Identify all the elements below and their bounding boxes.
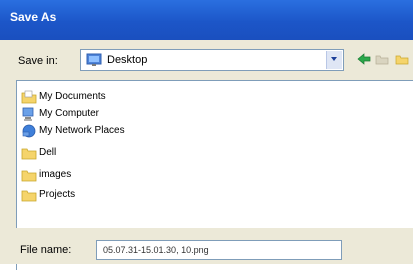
- filename-label: File name:: [20, 244, 72, 256]
- desktop-icon: [86, 53, 102, 72]
- list-item-label: Projects: [39, 189, 76, 200]
- save-in-label: Save in:: [18, 55, 58, 67]
- chevron-down-icon[interactable]: [326, 51, 342, 69]
- my-computer-icon: [22, 107, 34, 121]
- back-arrow-icon[interactable]: [357, 52, 371, 71]
- filename-input[interactable]: 05.07.31-15.01.30, 10.png: [96, 240, 342, 260]
- window-title: Save As: [10, 10, 57, 24]
- folder-icon: [21, 170, 37, 182]
- filename-row: File name: 05.07.31-15.01.30, 10.png: [0, 228, 413, 264]
- new-folder-icon[interactable]: [395, 52, 409, 71]
- save-in-dropdown[interactable]: Desktop: [80, 49, 344, 71]
- list-item-label: Dell: [39, 147, 57, 158]
- network-places-icon: [22, 124, 36, 138]
- title-bar: Save As: [0, 0, 413, 40]
- up-folder-icon[interactable]: [375, 52, 389, 71]
- list-item-label: My Computer: [39, 108, 100, 119]
- list-item-label: images: [39, 169, 72, 180]
- my-documents-icon: [21, 90, 37, 104]
- list-item-label: My Network Places: [39, 125, 125, 136]
- toolbar: Save in: Desktop: [0, 40, 413, 78]
- folder-icon: [21, 190, 37, 202]
- folder-icon: [21, 148, 37, 160]
- list-item-label: My Documents: [39, 91, 106, 102]
- save-in-value: Desktop: [107, 54, 148, 66]
